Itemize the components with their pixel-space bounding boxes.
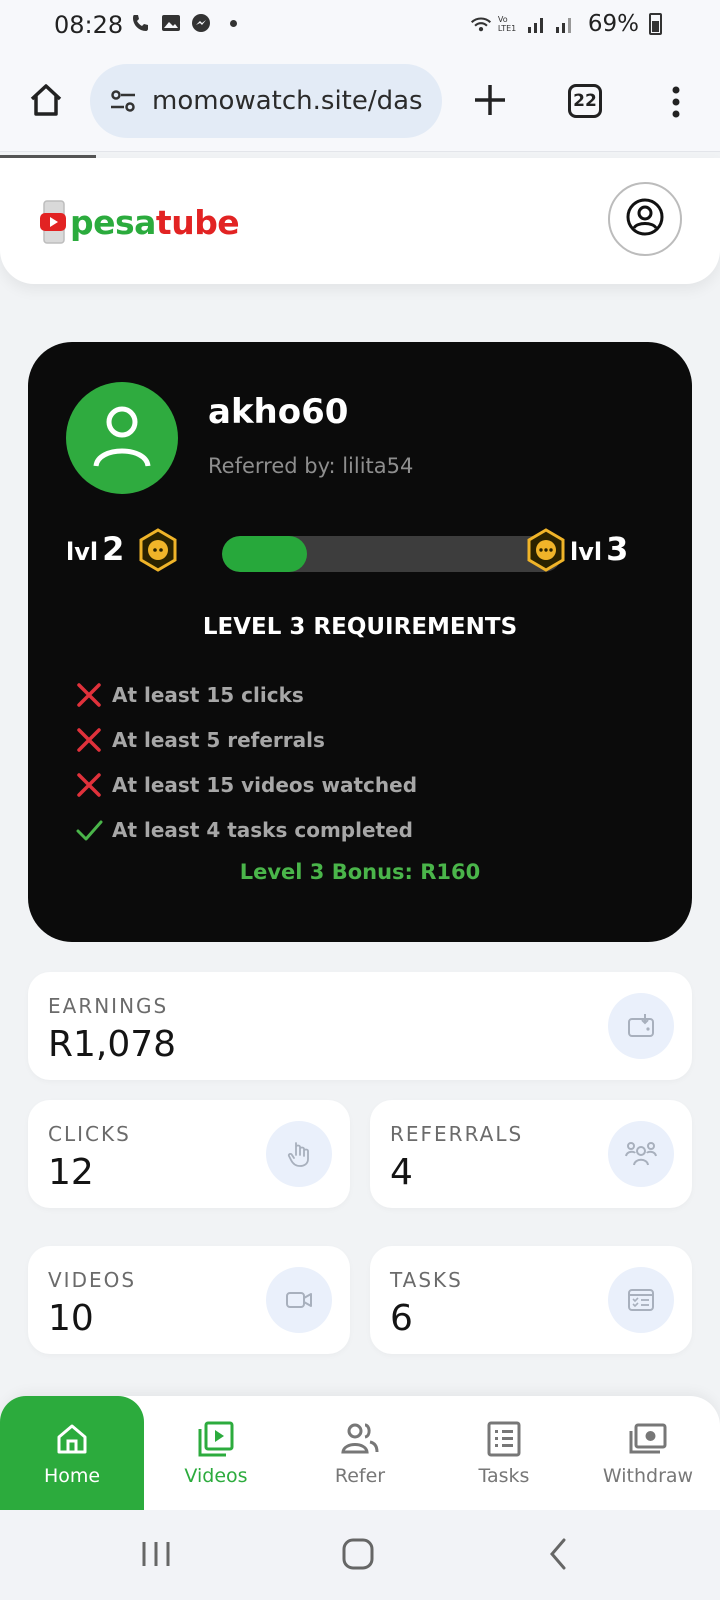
level-3-badge-icon (526, 528, 566, 572)
signal-2-icon (554, 13, 576, 35)
account-circle-icon (625, 197, 665, 241)
video-library-icon (196, 1419, 236, 1459)
profile-level-card: akho60 Referred by: lilita54 lvl 2 lvl 3 L… (28, 342, 692, 942)
videos-value: 10 (48, 1298, 94, 1339)
wallet-icon (608, 993, 674, 1059)
referrals-card[interactable]: REFERRALS 4 (370, 1100, 692, 1208)
video-camera-icon (266, 1267, 332, 1333)
bottom-navigation: Home Videos Refer Tasks Withdraw (0, 1396, 720, 1510)
home-icon (52, 1419, 92, 1459)
cross-icon (74, 680, 104, 710)
wifi-icon (470, 13, 492, 35)
requirement-item: At least 5 referrals (74, 717, 417, 762)
clicks-label: CLICKS (48, 1122, 131, 1146)
home-icon[interactable] (26, 80, 66, 120)
cash-icon (628, 1419, 668, 1459)
tasks-label: TASKS (390, 1268, 463, 1292)
user-icon (90, 402, 154, 474)
profile-button[interactable] (608, 182, 682, 256)
level-2-badge-icon (138, 528, 178, 572)
requirements-list: At least 15 clicks At least 5 referrals … (74, 672, 417, 852)
battery-icon (649, 13, 662, 35)
messenger-icon (190, 12, 212, 34)
site-logo[interactable]: pesatube (38, 194, 240, 250)
logo-phone-play-icon (38, 199, 68, 245)
tab-switcher-button[interactable]: 22 (568, 84, 602, 118)
next-level: lvl 3 (570, 530, 629, 568)
group-icon (608, 1121, 674, 1187)
status-time: 08:28 (54, 11, 124, 39)
new-tab-icon[interactable] (470, 80, 510, 120)
nav-item-videos[interactable]: Videos (144, 1396, 288, 1510)
level-progress-fill (222, 536, 307, 572)
avatar (66, 382, 178, 494)
level-progress-row: lvl 2 lvl 3 (66, 526, 666, 572)
current-level: lvl 2 (66, 530, 125, 568)
tasks-value: 6 (390, 1298, 413, 1339)
referrals-label: REFERRALS (390, 1122, 524, 1146)
tasks-card[interactable]: TASKS 6 (370, 1246, 692, 1354)
checklist-icon (608, 1267, 674, 1333)
earnings-label: EARNINGS (48, 994, 169, 1018)
videos-label: VIDEOS (48, 1268, 137, 1292)
referred-by: Referred by: lilita54 (208, 454, 414, 478)
requirement-item: At least 4 tasks completed (74, 807, 417, 852)
battery-percent: 69% (587, 11, 639, 37)
earnings-card[interactable]: EARNINGS R1,078 (28, 972, 692, 1080)
requirement-item: At least 15 clicks (74, 672, 417, 717)
clicks-card[interactable]: CLICKS 12 (28, 1100, 350, 1208)
pointer-icon (266, 1121, 332, 1187)
cross-icon (74, 725, 104, 755)
cross-icon (74, 770, 104, 800)
back-icon[interactable] (540, 1536, 580, 1572)
notification-dot-icon (230, 19, 237, 27)
call-icon (130, 12, 152, 34)
username: akho60 (208, 392, 349, 432)
nav-item-tasks[interactable]: Tasks (432, 1396, 576, 1510)
more-menu-icon[interactable] (664, 82, 688, 122)
earnings-value: R1,078 (48, 1024, 177, 1065)
videos-card[interactable]: VIDEOS 10 (28, 1246, 350, 1354)
home-button-icon[interactable] (338, 1536, 378, 1572)
status-bar: 08:28 Vo LTE1 69% (0, 0, 720, 52)
site-header: pesatube (0, 158, 720, 284)
check-icon (74, 815, 104, 845)
nav-item-withdraw[interactable]: Withdraw (576, 1396, 720, 1510)
recent-apps-icon[interactable] (136, 1536, 176, 1572)
requirement-item: At least 15 videos watched (74, 762, 417, 807)
site-settings-icon[interactable] (108, 86, 138, 116)
signal-icon (526, 13, 548, 35)
system-navigation-bar (0, 1510, 720, 1600)
requirements-title: LEVEL 3 REQUIREMENTS (202, 614, 518, 640)
clicks-value: 12 (48, 1152, 94, 1193)
level-bonus: Level 3 Bonus: R160 (239, 860, 481, 884)
nav-item-refer[interactable]: Refer (288, 1396, 432, 1510)
level-progress-bar (222, 536, 562, 572)
address-bar[interactable]: momowatch.site/das (90, 64, 442, 138)
gallery-icon (160, 12, 182, 34)
nav-item-home[interactable]: Home (0, 1396, 144, 1510)
logo-text-tube: tube (155, 202, 240, 242)
list-icon (484, 1419, 524, 1459)
people-icon (340, 1419, 380, 1459)
browser-toolbar: momowatch.site/das 22 (0, 52, 720, 152)
logo-text-pesa: pesa (70, 202, 156, 242)
network-type: Vo LTE1 (497, 15, 517, 33)
referrals-value: 4 (390, 1152, 413, 1193)
url-text[interactable]: momowatch.site/das (152, 86, 423, 116)
